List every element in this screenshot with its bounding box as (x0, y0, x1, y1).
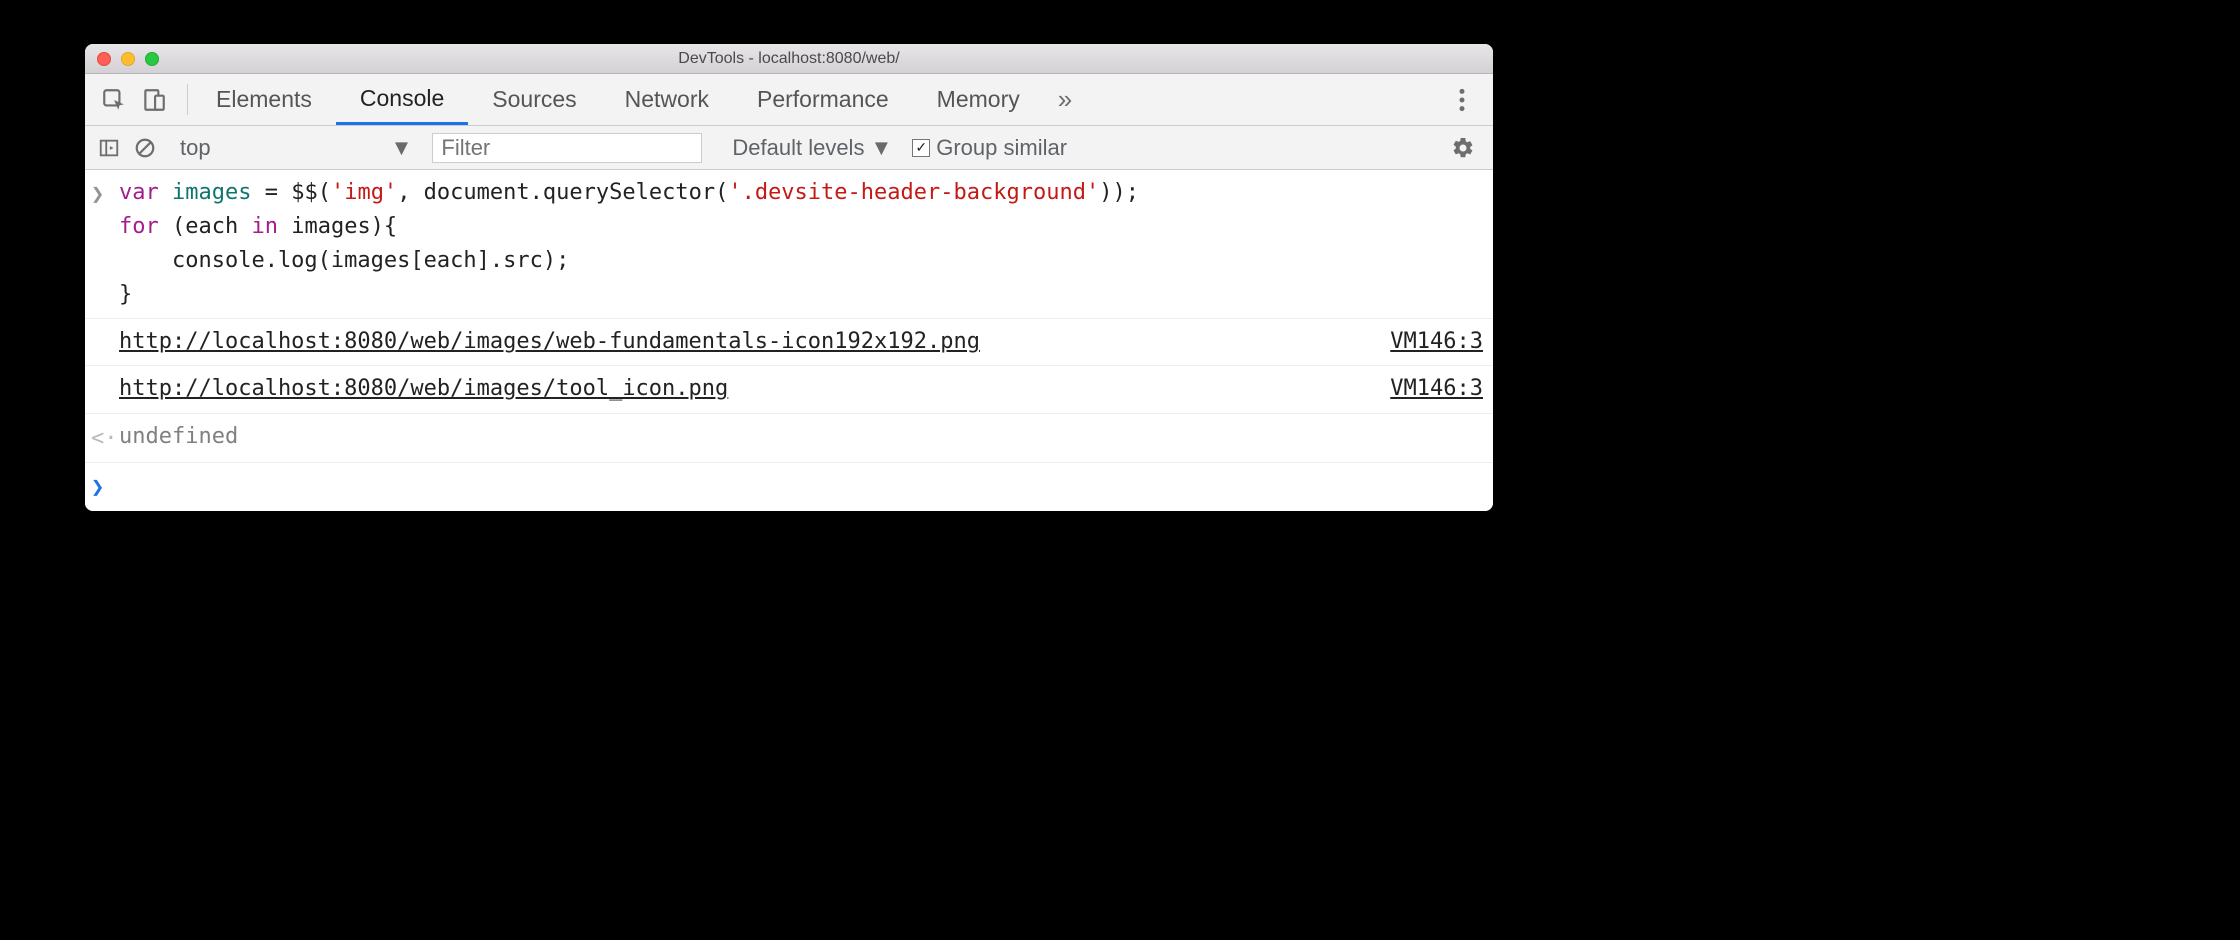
tab-sources[interactable]: Sources (468, 74, 600, 125)
console-log-message[interactable]: http://localhost:8080/web/images/web-fun… (119, 325, 1378, 359)
tab-console[interactable]: Console (336, 74, 468, 125)
console-input-row[interactable]: ❯ var images = $$('img', document.queryS… (85, 170, 1493, 319)
console-return-value: undefined (119, 420, 1483, 454)
tab-elements[interactable]: Elements (192, 74, 336, 125)
checkbox-icon: ✓ (912, 139, 930, 157)
context-label: top (180, 135, 211, 161)
dropdown-arrow-icon: ▼ (870, 135, 892, 161)
dropdown-arrow-icon: ▼ (391, 135, 413, 161)
console-log-message[interactable]: http://localhost:8080/web/images/tool_ic… (119, 372, 1378, 406)
row-gutter (91, 325, 119, 327)
tab-memory[interactable]: Memory (913, 74, 1044, 125)
toggle-sidebar-icon[interactable] (91, 126, 127, 170)
console-output: ❯ var images = $$('img', document.queryS… (85, 170, 1493, 511)
group-similar-label: Group similar (936, 135, 1067, 161)
window-zoom-button[interactable] (145, 52, 159, 66)
prompt-icon: ❯ (91, 469, 119, 505)
console-log-source[interactable]: VM146:3 (1378, 372, 1483, 406)
console-prompt-row[interactable]: ❯ (85, 463, 1493, 511)
filter-input[interactable] (432, 133, 702, 163)
inspect-element-icon[interactable] (95, 74, 133, 126)
console-log-row: http://localhost:8080/web/images/tool_ic… (85, 366, 1493, 413)
tab-label: Console (360, 85, 444, 112)
tab-label: Sources (492, 86, 576, 113)
execution-context-select[interactable]: top ▼ (172, 135, 424, 161)
console-code: var images = $$('img', document.querySel… (119, 176, 1483, 312)
log-level-select[interactable]: Default levels ▼ (722, 135, 902, 161)
overflow-glyph: » (1058, 84, 1072, 115)
console-log-source[interactable]: VM146:3 (1378, 325, 1483, 359)
tab-label: Network (625, 86, 709, 113)
device-toolbar-icon[interactable] (135, 74, 173, 126)
toolbar-divider (187, 84, 188, 115)
group-similar-toggle[interactable]: ✓ Group similar (902, 135, 1077, 161)
window-minimize-button[interactable] (121, 52, 135, 66)
panel-tabs: Elements Console Sources Network Perform… (192, 74, 1086, 125)
console-return-row: <· undefined (85, 414, 1493, 463)
console-settings-icon[interactable] (1451, 126, 1487, 170)
traffic-lights (85, 52, 159, 66)
tab-label: Elements (216, 86, 312, 113)
devtools-window: DevTools - localhost:8080/web/ (85, 44, 1493, 511)
tab-label: Performance (757, 86, 889, 113)
window-title: DevTools - localhost:8080/web/ (85, 50, 1493, 68)
return-prompt-icon: <· (91, 420, 119, 456)
kebab-menu-icon[interactable] (1443, 74, 1481, 126)
log-level-label: Default levels (732, 135, 864, 161)
main-toolbar: Elements Console Sources Network Perform… (85, 74, 1493, 126)
console-filter-bar: top ▼ Default levels ▼ ✓ Group similar (85, 126, 1493, 170)
titlebar: DevTools - localhost:8080/web/ (85, 44, 1493, 74)
tab-label: Memory (937, 86, 1020, 113)
window-close-button[interactable] (97, 52, 111, 66)
tabs-overflow-button[interactable]: » (1044, 74, 1086, 125)
tab-performance[interactable]: Performance (733, 74, 913, 125)
console-log-row: http://localhost:8080/web/images/web-fun… (85, 319, 1493, 366)
clear-console-icon[interactable] (127, 126, 163, 170)
tab-network[interactable]: Network (601, 74, 733, 125)
row-gutter (91, 372, 119, 374)
input-prompt-icon: ❯ (91, 176, 119, 212)
